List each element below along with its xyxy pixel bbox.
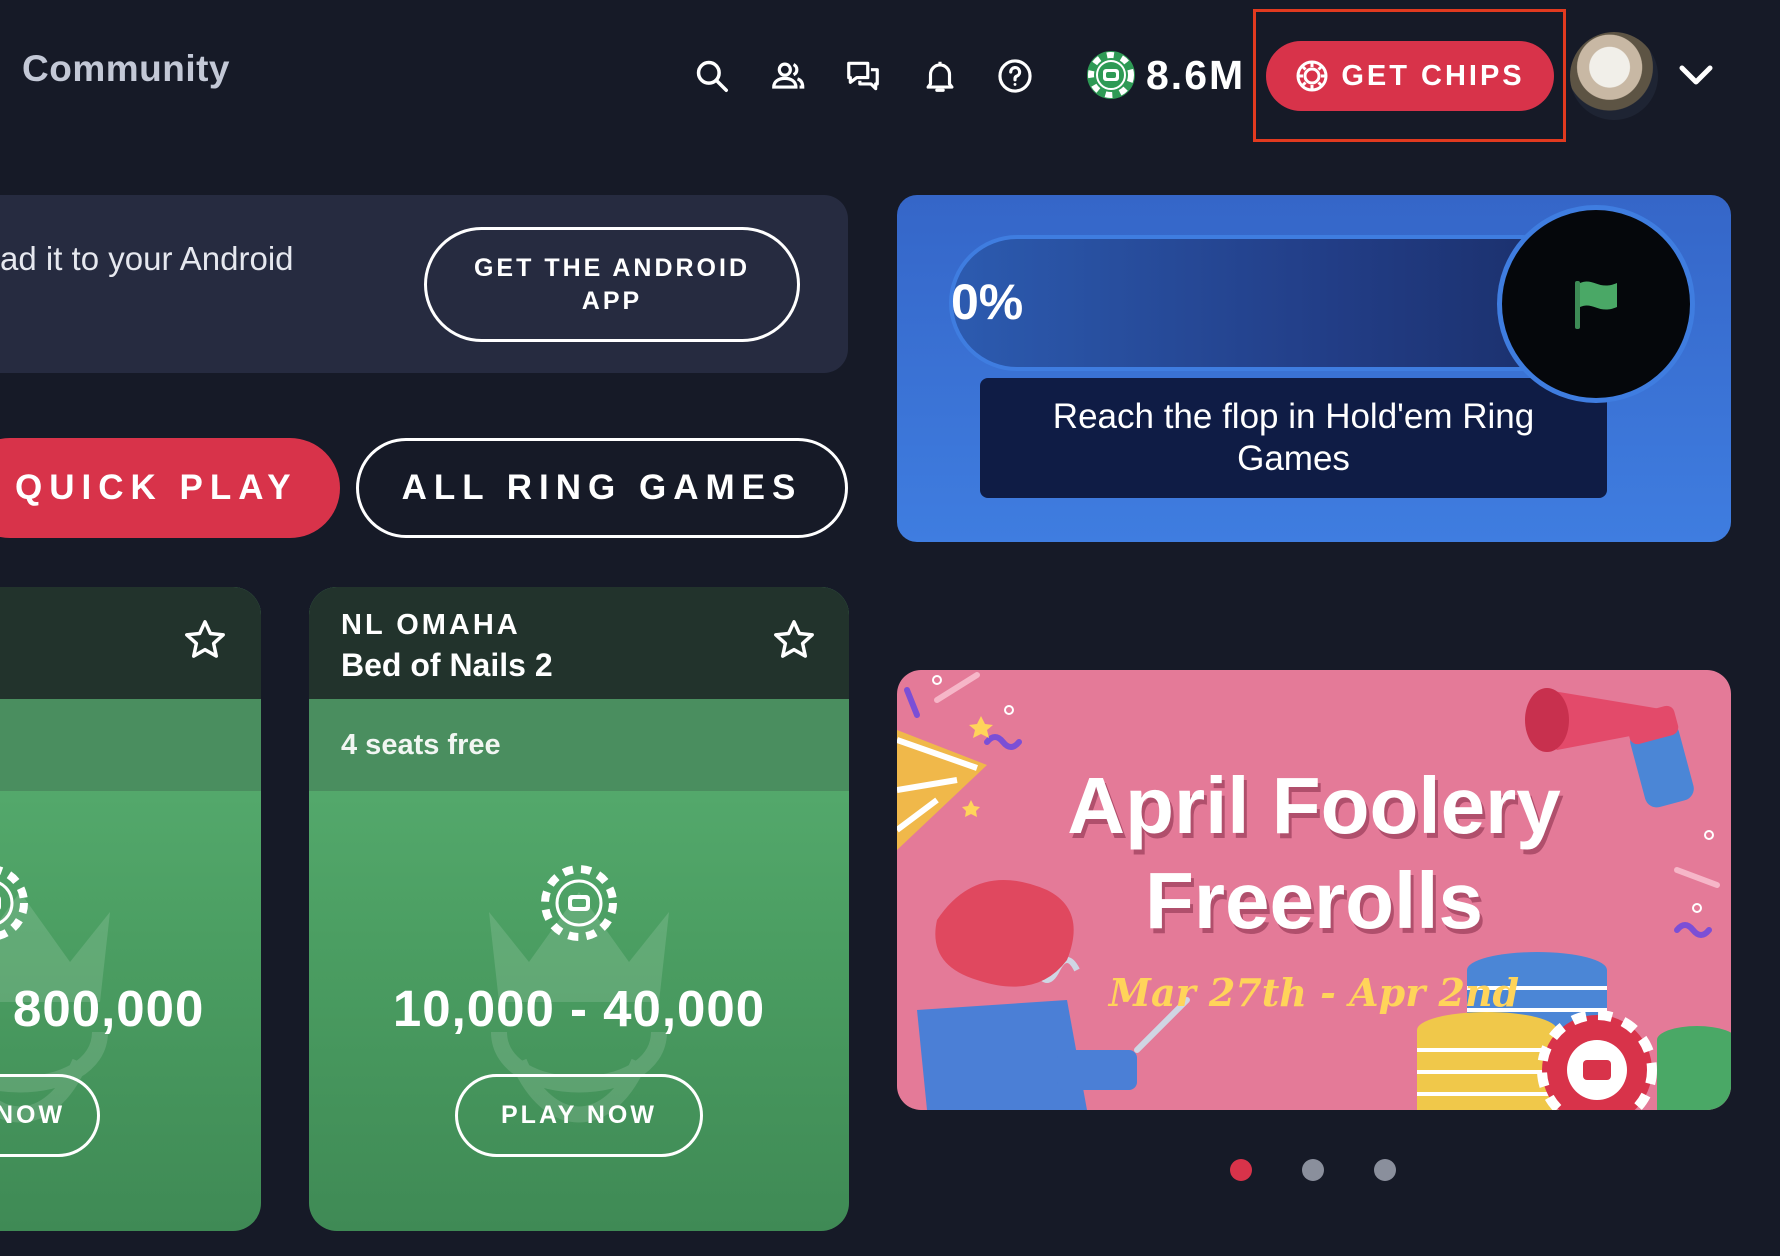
flag-icon <box>1575 281 1617 329</box>
mission-description: Reach the flop in Hold'em Ring Games <box>980 378 1607 498</box>
chip-icon <box>0 866 28 940</box>
android-banner-text: ad it to your Android <box>0 240 294 277</box>
quick-play-label: QUICK PLAY <box>15 468 298 507</box>
balance-value: 8.6M <box>1146 51 1246 98</box>
game-type: NL OMAHA <box>341 609 521 641</box>
chat-icon[interactable] <box>843 56 883 96</box>
get-android-app-label: GET THE ANDROID APP <box>473 253 751 315</box>
play-now-button[interactable]: NOW <box>0 1074 100 1157</box>
game-card-header: NL OMAHA Bed of Nails 2 <box>309 587 849 699</box>
user-avatar[interactable] <box>1570 32 1658 120</box>
favorite-star-icon[interactable] <box>182 617 228 663</box>
carousel-dot-2[interactable] <box>1302 1159 1324 1181</box>
game-stakes: 800,000 <box>13 980 205 1037</box>
mission-badge <box>1497 205 1695 403</box>
promo-title-line1: April Foolery <box>1067 761 1561 850</box>
promo-banner[interactable]: April Foolery Freerolls Mar 27th - Apr 2… <box>897 670 1731 1110</box>
play-now-label: PLAY NOW <box>501 1101 657 1129</box>
promo-title-line2: Freerolls <box>1145 856 1483 945</box>
carousel-dot-3[interactable] <box>1374 1159 1396 1181</box>
favorite-star-icon[interactable] <box>771 617 817 663</box>
bell-icon[interactable] <box>920 56 960 96</box>
all-ring-games-label: ALL RING GAMES <box>401 468 803 507</box>
promo-dates: Mar 27th - Apr 2nd <box>1108 970 1520 1015</box>
chevron-down-icon[interactable] <box>1674 56 1718 96</box>
help-icon[interactable] <box>995 56 1035 96</box>
game-name: Bed of Nails 2 <box>341 647 553 683</box>
play-now-label: NOW <box>0 1101 66 1129</box>
quick-play-button[interactable]: QUICK PLAY <box>0 438 340 538</box>
chip-balance: 8.6M <box>1086 50 1245 100</box>
mission-progress-text: 0% <box>951 274 1024 330</box>
chip-outline-icon <box>1296 60 1328 92</box>
community-link[interactable]: Community <box>22 48 230 90</box>
get-android-app-button[interactable]: GET THE ANDROID APP <box>424 227 800 342</box>
game-stakes: 10,000 - 40,000 <box>392 980 766 1037</box>
game-card-nl-omaha[interactable]: NL OMAHA Bed of Nails 2 4 seats free 10,… <box>309 587 849 1231</box>
get-chips-label: GET CHIPS <box>1341 59 1525 92</box>
get-chips-button[interactable]: GET CHIPS <box>1266 41 1554 111</box>
game-card-header <box>0 587 261 699</box>
search-icon[interactable] <box>692 56 732 96</box>
seats-free: 4 seats free <box>341 729 501 761</box>
mission-progress-bar <box>949 235 1589 371</box>
carousel-dot-1[interactable] <box>1230 1159 1252 1181</box>
game-card[interactable]: 800,000 NOW <box>0 587 261 1231</box>
mission-description-text: Reach the flop in Hold'em Ring Games <box>1052 397 1535 478</box>
all-ring-games-button[interactable]: ALL RING GAMES <box>356 438 848 538</box>
chip-icon <box>541 865 617 941</box>
friends-icon[interactable] <box>768 56 808 96</box>
chip-icon <box>1087 51 1135 99</box>
play-now-button[interactable]: PLAY NOW <box>455 1074 703 1157</box>
mission-card[interactable]: 0% Reach the flop in Hold'em Ring Games <box>897 195 1731 542</box>
